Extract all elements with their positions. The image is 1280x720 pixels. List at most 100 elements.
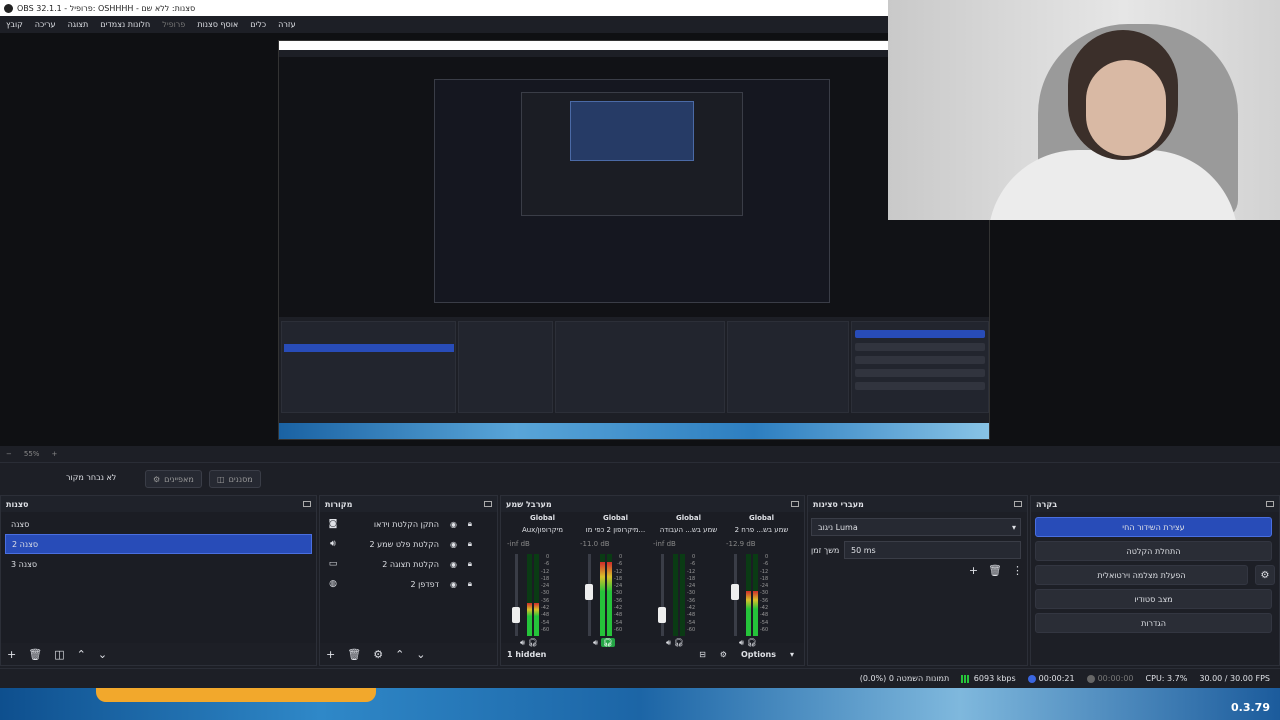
move-down-icon[interactable]: ⌄	[416, 648, 425, 661]
channel-name[interactable]: Aux/מיקרופון	[505, 526, 580, 534]
scene-item[interactable]: סצנה	[5, 514, 312, 534]
zoom-in-icon[interactable]: +	[51, 450, 57, 458]
channel-global-label[interactable]: Global	[505, 514, 580, 522]
status-bar: (0.0%) 0 תמונות השמטה 6093 kbps 00:00:21…	[0, 668, 1280, 688]
remove-source-icon[interactable]: 🗑	[347, 648, 361, 661]
scene-filters-icon[interactable]: ◫	[54, 648, 64, 661]
capture-nested-window	[434, 79, 830, 303]
channel-db: -inf dB	[653, 540, 676, 548]
visibility-eye-icon[interactable]: ◉	[450, 520, 457, 529]
menu-scene-collection[interactable]: אוסף סצנות	[197, 20, 238, 29]
start-recording-button[interactable]: התחלת הקלטה	[1035, 541, 1272, 561]
source-item[interactable]: ▭ הקלטת תצוגה 2 ◉ 🔒︎	[320, 554, 497, 574]
capture-sources-panel	[458, 321, 553, 413]
filters-button[interactable]: ◫ מסננים	[209, 470, 261, 488]
volume-slider-thumb[interactable]	[585, 583, 593, 600]
menu-view[interactable]: תצוגה	[68, 20, 89, 29]
virtual-camera-settings-gear-icon[interactable]: ⚙	[1255, 565, 1275, 585]
visibility-eye-icon[interactable]: ◉	[450, 580, 457, 589]
more-options-icon[interactable]: ⋮	[1012, 564, 1023, 577]
start-virtual-camera-button[interactable]: הפעלת מצלמה וירטואלית	[1035, 565, 1248, 585]
dock-popout-icon[interactable]	[1266, 501, 1274, 507]
menu-file[interactable]: קובץ	[6, 20, 23, 29]
remove-scene-icon[interactable]: 🗑	[28, 648, 42, 661]
zoom-out-icon[interactable]: −	[6, 450, 12, 458]
menu-tools[interactable]: כלים	[250, 20, 266, 29]
channel-name[interactable]: מיקרופון 2 כפי מו...	[578, 526, 653, 534]
source-toolbar: לא נבחר מקור ⚙ מאפיינים ◫ מסננים	[0, 462, 1280, 494]
meter-scale: 0 -6 -12 -18 -24 -30 -36 -42 -48 -54 -60	[541, 554, 549, 634]
obs-logo-icon	[4, 3, 13, 13]
menu-edit[interactable]: עריכה	[35, 20, 56, 29]
settings-button[interactable]: הגדרות	[1035, 613, 1272, 633]
controls-dock: בקרה עצירת השידור החי התחלת הקלטה הפעלת …	[1030, 495, 1280, 666]
channel-global-label[interactable]: Global	[724, 514, 799, 522]
remove-transition-icon[interactable]: 🗑	[988, 564, 1002, 577]
meter-scale-tick: -12	[760, 568, 769, 575]
dock-popout-icon[interactable]	[303, 501, 311, 507]
hidden-count[interactable]: 1 hidden	[507, 650, 546, 659]
level-meter-right	[753, 554, 758, 636]
meter-scale-tick: -24	[541, 583, 550, 590]
move-up-icon[interactable]: ⌃	[395, 648, 404, 661]
volume-slider-thumb[interactable]	[512, 606, 520, 623]
mixer-dock-footer: 1 hidden ⊟ ⚙ Options ▾	[501, 643, 804, 665]
add-scene-icon[interactable]: +	[7, 648, 16, 661]
monitor-icon: ▭	[328, 559, 338, 569]
volume-slider[interactable]	[731, 554, 739, 636]
menu-profile[interactable]: פרופיל	[162, 20, 185, 29]
menu-docks[interactable]: חלונות נצמדים	[100, 20, 150, 29]
scene-item[interactable]: סצנה 3	[5, 554, 312, 574]
mixer-settings-icon[interactable]: ⚙	[720, 650, 727, 659]
zoom-level[interactable]: 55%	[24, 450, 40, 458]
stop-streaming-button[interactable]: עצירת השידור החי	[1035, 517, 1272, 537]
add-transition-icon[interactable]: +	[969, 564, 978, 577]
visibility-eye-icon[interactable]: ◉	[450, 540, 457, 549]
meter-scale-tick: -24	[614, 583, 623, 590]
lock-icon[interactable]: 🔒︎	[468, 519, 472, 529]
visibility-eye-icon[interactable]: ◉	[450, 560, 457, 569]
source-item[interactable]: 🔊︎ הקלטת פלט שמע 2 ◉ 🔒︎	[320, 534, 497, 554]
fps: 30.00 / 30.00 FPS	[1199, 674, 1270, 683]
sources-dock-header: מקורות	[320, 496, 497, 512]
dock-popout-icon[interactable]	[791, 501, 799, 507]
stream-status-icon	[1027, 674, 1036, 683]
webcam-feed[interactable]	[888, 0, 1280, 220]
volume-slider-thumb[interactable]	[731, 583, 739, 600]
display-capture-source[interactable]	[278, 40, 990, 440]
source-properties-icon[interactable]: ⚙	[373, 648, 383, 661]
volume-slider[interactable]	[512, 554, 520, 636]
channel-name[interactable]: שמע בש... העבודה	[651, 526, 726, 534]
studio-mode-button[interactable]: מצב סטודיו	[1035, 589, 1272, 609]
options-button[interactable]: Options	[741, 650, 776, 659]
meter-scale: 0 -6 -12 -18 -24 -30 -36 -42 -48 -54 -60	[614, 554, 622, 634]
meter-scale-tick: -18	[541, 575, 550, 582]
menu-help[interactable]: עזרה	[278, 20, 296, 29]
meter-scale-tick: -42	[614, 605, 623, 612]
duration-spinbox[interactable]: 50 ms	[844, 541, 1021, 559]
meter-scale: 0 -6 -12 -18 -24 -30 -36 -42 -48 -54 -60	[760, 554, 768, 634]
volume-slider-thumb[interactable]	[658, 606, 666, 623]
channel-name[interactable]: שמע בש... פרח 2	[724, 526, 799, 534]
options-chevron-icon[interactable]: ▾	[790, 650, 794, 659]
lock-icon[interactable]: 🔒︎	[468, 579, 472, 589]
dock-popout-icon[interactable]	[484, 501, 492, 507]
meter-scale-tick: -30	[687, 590, 696, 597]
lock-icon[interactable]: 🔒︎	[468, 559, 472, 569]
volume-slider[interactable]	[585, 554, 593, 636]
properties-button[interactable]: ⚙ מאפיינים	[145, 470, 202, 488]
capture-nested-window-2	[521, 92, 743, 216]
source-item[interactable]: ◍ דפדפן 2 ◉ 🔒︎	[320, 574, 497, 594]
source-item[interactable]: ◙ התקן הקלטת וידאו ◉ 🔒︎	[320, 514, 497, 534]
move-down-icon[interactable]: ⌄	[98, 648, 107, 661]
lock-icon[interactable]: 🔒︎	[468, 539, 472, 549]
dock-popout-icon[interactable]	[1014, 501, 1022, 507]
add-source-icon[interactable]: +	[326, 648, 335, 661]
transition-select[interactable]: ניגוב Luma ▾	[811, 518, 1021, 536]
channel-global-label[interactable]: Global	[578, 514, 653, 522]
move-up-icon[interactable]: ⌃	[77, 648, 86, 661]
volume-slider[interactable]	[658, 554, 666, 636]
mixer-layout-icon[interactable]: ⊟	[699, 650, 706, 659]
scene-item-selected[interactable]: סצנה 2	[5, 534, 312, 554]
channel-global-label[interactable]: Global	[651, 514, 726, 522]
